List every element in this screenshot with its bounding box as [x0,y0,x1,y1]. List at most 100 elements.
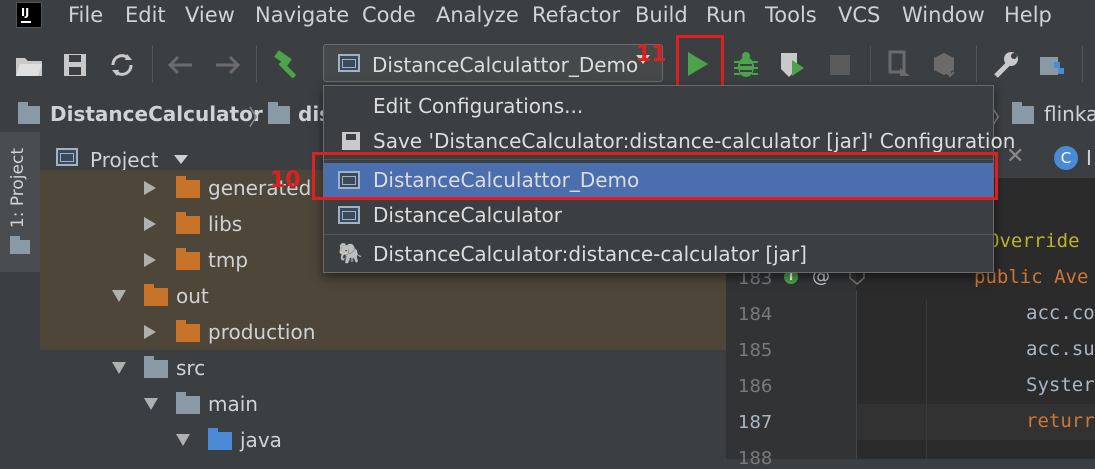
gradle-elephant-icon: 🐘 [338,241,363,265]
back-arrow-icon[interactable] [166,54,194,76]
build-hammer-icon[interactable] [272,50,304,80]
excluded-folder-icon [176,212,200,234]
toolbar-separator [870,46,871,82]
toolbar-separator [1082,46,1083,82]
menu-item-label: DistanceCalculator:distance-calculator [… [373,242,807,266]
menu-edit[interactable]: Edit [125,3,166,27]
tree-item[interactable]: production [40,314,726,350]
update-app-icon[interactable] [930,50,960,80]
toolbar-separator [152,46,153,82]
tree-item-label: out [176,284,209,308]
class-icon: C [1054,146,1078,170]
menu-run[interactable]: Run [706,3,746,27]
code-line: acc.co [1026,302,1095,324]
module-folder-icon [268,102,290,124]
synchronize-icon[interactable] [108,52,136,78]
tree-item-label: main [208,392,258,416]
menu-analyze[interactable]: Analyze [436,3,519,27]
line-number: 184 [738,304,773,325]
project-tab-label: 1: Project [8,148,28,229]
menu-navigate[interactable]: Navigate [255,3,349,27]
indent-guide [926,300,927,459]
save-icon [342,132,360,150]
run-config-label: DistanceCalculattor_Demo [372,53,639,77]
tree-item[interactable]: main [40,386,726,422]
menu-item-label: Save 'DistanceCalculator:distance-calcul… [373,129,1016,153]
collapse-arrow-icon[interactable] [176,434,190,446]
tree-item[interactable]: out [40,278,726,314]
run-with-coverage-icon[interactable] [778,50,808,80]
project-structure-icon[interactable] [1038,52,1068,78]
intellij-logo-icon: IJ [16,2,42,28]
annotation-step-11: 11 [636,42,667,67]
excluded-folder-icon [176,176,200,198]
collapse-arrow-icon[interactable] [112,362,126,374]
project-panel-title[interactable]: Project [90,148,158,172]
expand-arrow-icon[interactable] [144,253,156,267]
attach-debugger-icon[interactable] [886,50,914,80]
save-all-icon[interactable] [62,52,88,78]
collapse-arrow-icon[interactable] [144,398,158,410]
menu-view[interactable]: View [185,3,235,27]
debug-bug-icon[interactable] [732,50,760,80]
menu-item-label: Edit Configurations... [373,94,584,118]
menu-item-distancecalculator[interactable]: DistanceCalculator [324,198,993,232]
menu-window[interactable]: Window [902,3,985,27]
project-folder-icon [10,236,30,254]
excluded-folder-icon [176,248,200,270]
line-number: 186 [738,376,773,397]
menu-tools[interactable]: Tools [765,3,817,27]
source-folder-icon [208,428,232,450]
expand-arrow-icon[interactable] [144,217,156,231]
expand-arrow-icon[interactable] [144,325,156,339]
open-folder-icon[interactable] [14,52,44,78]
tree-item-label: java [240,428,282,452]
menu-help[interactable]: Help [1004,3,1052,27]
code-line: Syster [1026,374,1095,396]
tree-item[interactable]: java [40,422,726,458]
toolbar-separator [976,46,977,82]
menu-item-edit-configurations[interactable]: Edit Configurations... [324,89,993,123]
collapse-arrow-icon[interactable] [112,290,126,302]
folder-icon [176,392,200,414]
menu-vcs[interactable]: VCS [838,3,880,27]
excluded-folder-icon [176,320,200,342]
line-number: 185 [738,340,773,361]
project-view-dropdown-icon[interactable] [174,155,188,164]
line-number: 187 [738,412,773,433]
expand-arrow-icon[interactable] [144,181,156,195]
run-configuration-selector[interactable]: DistanceCalculattor_Demo [323,44,663,82]
excluded-folder-icon [144,284,168,306]
code-line: Override [988,230,1080,252]
module-folder-icon [18,102,40,124]
menu-build[interactable]: Build [635,3,688,27]
application-config-icon [338,206,360,224]
menu-file[interactable]: File [68,3,103,27]
annotation-step-10: 10 [270,168,301,193]
application-config-icon [338,54,360,72]
breadcrumb-item-project[interactable]: DistanceCalculator [50,102,263,126]
menu-separator [324,234,993,235]
code-line: acc.su [1026,338,1095,360]
folder-icon [144,356,168,378]
menu-bar: IJ File Edit View Navigate Code Analyze … [0,0,1095,34]
breadcrumb-separator-icon: 〉 [248,106,271,131]
tree-item-label: libs [208,212,243,236]
breadcrumb-item-package[interactable]: flinka [1044,102,1095,126]
menu-refactor[interactable]: Refactor [532,3,620,27]
editor-tab-label[interactable]: I [1086,146,1092,170]
run-play-icon[interactable] [688,52,708,76]
stop-icon[interactable] [830,55,850,75]
toolbar-separator [256,46,257,82]
package-folder-icon [1012,102,1034,124]
tree-item-label: production [208,320,316,344]
menu-item-label: DistanceCalculator [373,203,563,227]
indent-guide [856,290,857,459]
project-view-icon [56,148,78,166]
tree-item[interactable]: src [40,350,726,386]
tree-item-label: src [176,356,206,380]
menu-code[interactable]: Code [362,3,416,27]
menu-item-distancecalculator-jar[interactable]: 🐘 DistanceCalculator:distance-calculator… [324,237,993,271]
forward-arrow-icon[interactable] [214,54,242,76]
settings-wrench-icon[interactable] [990,50,1020,80]
